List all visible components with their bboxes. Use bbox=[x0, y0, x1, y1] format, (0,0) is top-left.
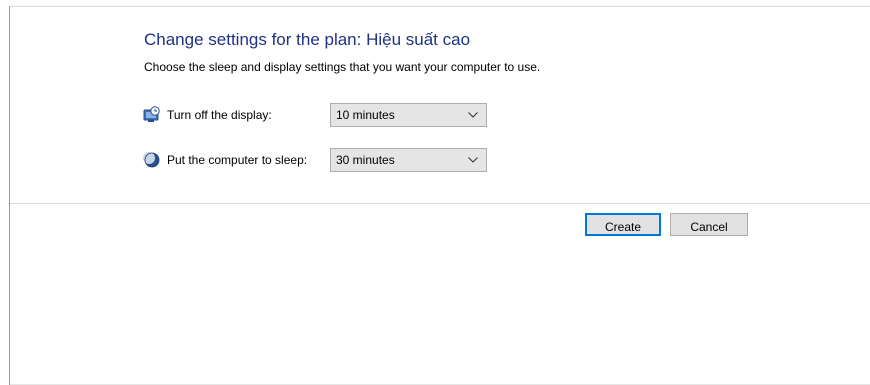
power-plan-window: Change settings for the plan: Hiệu suất … bbox=[9, 6, 870, 385]
display-timeout-value: 10 minutes bbox=[336, 108, 395, 122]
page-title: Change settings for the plan: Hiệu suất … bbox=[144, 30, 471, 49]
page-subtitle: Choose the sleep and display settings th… bbox=[144, 60, 541, 74]
chevron-down-icon bbox=[468, 112, 478, 118]
display-timeout-label: Turn off the display: bbox=[167, 108, 272, 122]
settings-panel: Change settings for the plan: Hiệu suất … bbox=[10, 7, 870, 203]
chevron-down-icon bbox=[468, 157, 478, 163]
sleep-timeout-select[interactable]: 30 minutes bbox=[330, 148, 487, 172]
monitor-clock-icon bbox=[143, 106, 161, 124]
display-timeout-select[interactable]: 10 minutes bbox=[330, 103, 487, 127]
cancel-button[interactable]: Cancel bbox=[670, 213, 748, 236]
sleep-timeout-label: Put the computer to sleep: bbox=[167, 153, 308, 167]
section-divider bbox=[10, 203, 870, 204]
sleep-timeout-value: 30 minutes bbox=[336, 153, 395, 167]
create-button[interactable]: Create bbox=[585, 213, 661, 236]
moon-icon bbox=[143, 151, 161, 169]
